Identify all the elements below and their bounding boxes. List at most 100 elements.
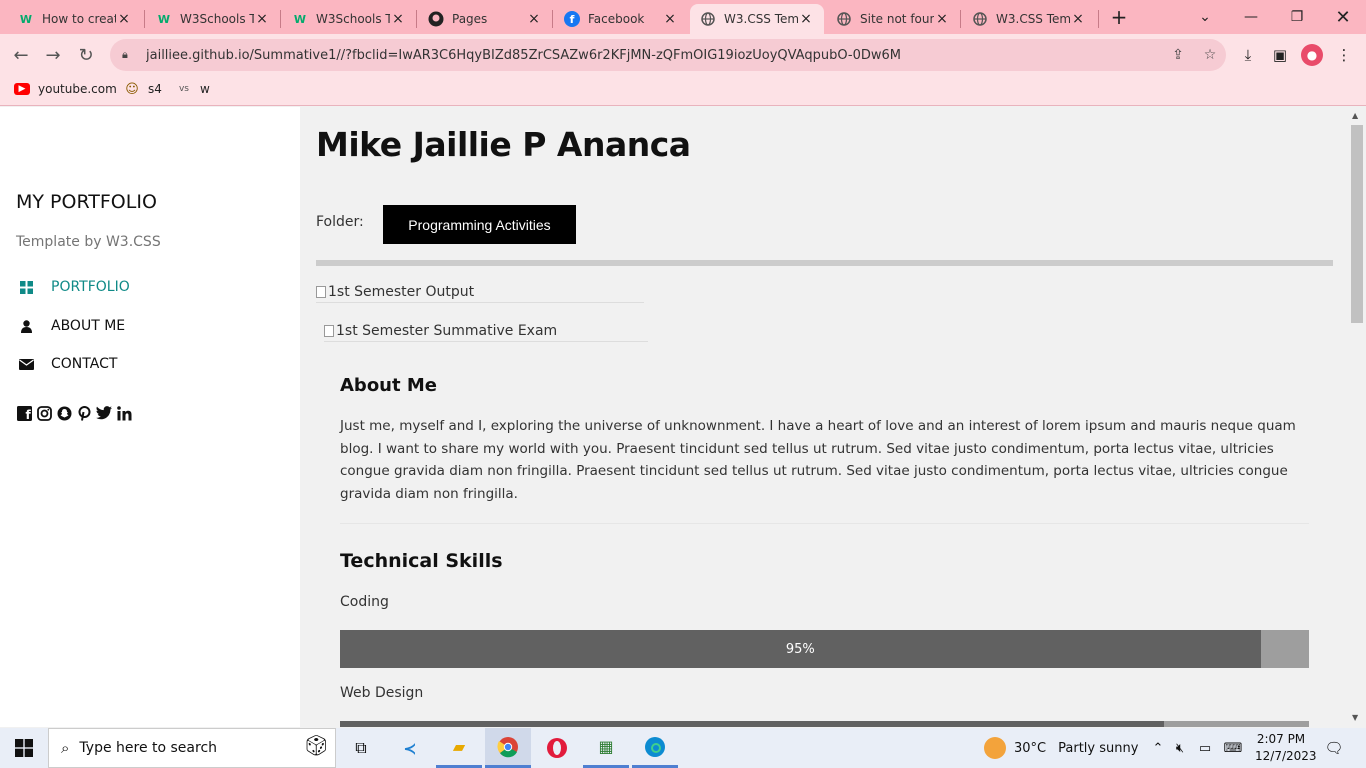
weather-widget[interactable]: 30°C Partly sunny bbox=[984, 728, 1138, 768]
close-window-icon[interactable]: ✕ bbox=[1320, 0, 1366, 34]
weather-temperature: 30°C bbox=[1014, 740, 1047, 756]
tab-title: W3Schools T bbox=[316, 12, 390, 26]
instagram-icon[interactable] bbox=[36, 405, 52, 421]
profile-icon[interactable]: ● bbox=[1300, 43, 1324, 67]
folder-button[interactable]: Programming Activities bbox=[383, 205, 576, 244]
portfolio-image-2[interactable]: 1st Semester Summative Exam bbox=[324, 323, 648, 342]
windows-start-icon[interactable] bbox=[0, 728, 48, 768]
page-title: Mike Jaillie P Ananca bbox=[316, 125, 691, 164]
close-tab-icon[interactable]: × bbox=[934, 11, 950, 27]
pinterest-icon[interactable] bbox=[76, 405, 92, 421]
chrome-icon[interactable] bbox=[485, 728, 531, 768]
grid-icon bbox=[16, 280, 36, 294]
restore-icon[interactable]: ❐ bbox=[1274, 0, 1320, 34]
search-highlight-icon: 🎲︎ bbox=[303, 733, 329, 757]
tab-separator bbox=[552, 10, 553, 28]
user-icon bbox=[16, 319, 36, 333]
facebook-icon: f bbox=[564, 11, 580, 27]
bookmark-youtube[interactable]: ▶ youtube.com bbox=[14, 82, 117, 96]
address-bar[interactable]: 🔒︎ jailliee.github.io/Summative1//?fbcli… bbox=[110, 39, 1226, 71]
vscode-icon[interactable]: ≺ bbox=[387, 728, 433, 768]
side-panel-icon[interactable]: ▣ bbox=[1268, 43, 1292, 67]
section-divider bbox=[340, 523, 1309, 524]
bookmark-s4[interactable]: ☺ s4 bbox=[124, 81, 162, 97]
share-icon[interactable]: ⇪ bbox=[1162, 47, 1194, 63]
scroll-down-icon[interactable]: ▼ bbox=[1352, 713, 1358, 722]
ghost-icon: ☺ bbox=[125, 81, 139, 97]
linkedin-icon[interactable] bbox=[116, 405, 132, 421]
bookmark-label: s4 bbox=[148, 82, 162, 96]
browser-toolbar: ← → ↻ 🔒︎ jailliee.github.io/Summative1//… bbox=[0, 34, 1366, 76]
close-tab-icon[interactable]: × bbox=[116, 11, 132, 27]
network-icon[interactable]: ▭ bbox=[1195, 728, 1215, 768]
web-page: MY PORTFOLIO Template by W3.CSS PORTFOLI… bbox=[0, 107, 1366, 727]
browser-tab[interactable]: f Facebook × bbox=[554, 4, 688, 34]
browser-tab[interactable]: W3.CSS Tem × bbox=[962, 4, 1096, 34]
system-clock[interactable]: 2:07 PM 12/7/2023 bbox=[1255, 731, 1317, 765]
portfolio-image-1[interactable]: 1st Semester Output bbox=[316, 284, 644, 303]
menu-icon[interactable]: ⋮ bbox=[1332, 43, 1356, 67]
skills-heading: Technical Skills bbox=[340, 550, 503, 572]
volume-muted-icon[interactable]: 🔇︎ bbox=[1170, 728, 1190, 768]
browser-tab-active[interactable]: W3.CSS Tem × bbox=[690, 4, 824, 34]
page-scrollbar[interactable]: ▲ ▼ bbox=[1348, 107, 1366, 727]
github-icon bbox=[428, 11, 444, 27]
twitter-icon[interactable] bbox=[96, 405, 112, 421]
reload-icon[interactable]: ↻ bbox=[73, 42, 99, 68]
skill-bar-coding: 95% bbox=[340, 630, 1309, 668]
close-tab-icon[interactable]: × bbox=[1070, 11, 1086, 27]
tab-search-icon[interactable]: ⌄ bbox=[1182, 0, 1228, 34]
w3schools-icon: W bbox=[19, 12, 33, 26]
download-icon[interactable]: ⤓ bbox=[1236, 43, 1260, 67]
browser-tab[interactable]: Pages × bbox=[418, 4, 552, 34]
bookmark-w[interactable]: vs w bbox=[176, 82, 210, 96]
image-alt-text: 1st Semester Output bbox=[328, 284, 475, 300]
tab-separator bbox=[280, 10, 281, 28]
task-view-icon[interactable]: ⧉ bbox=[338, 728, 384, 768]
minimize-icon[interactable]: — bbox=[1228, 0, 1274, 34]
close-tab-icon[interactable]: × bbox=[798, 11, 814, 27]
edge-icon[interactable] bbox=[632, 728, 678, 768]
close-tab-icon[interactable]: × bbox=[662, 11, 678, 27]
taskbar-search[interactable]: ⌕ Type here to search 🎲︎ bbox=[48, 728, 336, 768]
chevron-up-icon[interactable]: ⌃ bbox=[1148, 728, 1168, 768]
browser-tab[interactable]: W W3Schools T × bbox=[146, 4, 280, 34]
search-placeholder: Type here to search bbox=[79, 740, 218, 756]
snapchat-icon[interactable] bbox=[56, 405, 72, 421]
envelope-icon bbox=[16, 358, 36, 370]
partly-sunny-icon bbox=[984, 737, 1006, 759]
w3schools-icon: W bbox=[157, 12, 171, 26]
file-explorer-icon[interactable]: ▰ bbox=[436, 728, 482, 768]
spreadsheet-icon[interactable]: ▦ bbox=[583, 728, 629, 768]
bookmarks-bar: ▶ youtube.com ☺ s4 vs w bbox=[0, 76, 1366, 106]
browser-tab[interactable]: W How to creat × bbox=[8, 4, 142, 34]
opera-icon[interactable] bbox=[534, 728, 580, 768]
sidebar-item-about[interactable]: ABOUT ME bbox=[16, 318, 125, 334]
close-tab-icon[interactable]: × bbox=[390, 11, 406, 27]
browser-tab[interactable]: Site not foun × bbox=[826, 4, 960, 34]
star-icon[interactable]: ☆ bbox=[1194, 47, 1226, 63]
facebook-icon[interactable]: f bbox=[16, 405, 32, 421]
vs-icon: vs bbox=[178, 84, 189, 94]
browser-tab[interactable]: W W3Schools T × bbox=[282, 4, 416, 34]
broken-image-icon bbox=[324, 325, 334, 337]
close-tab-icon[interactable]: × bbox=[254, 11, 270, 27]
clock-time: 2:07 PM bbox=[1256, 732, 1306, 746]
scroll-thumb[interactable] bbox=[1351, 125, 1363, 323]
forward-icon[interactable]: → bbox=[40, 42, 66, 68]
main-content: Mike Jaillie P Ananca Folder: Programmin… bbox=[300, 107, 1348, 727]
youtube-icon: ▶ bbox=[14, 83, 30, 95]
tab-title: Site not foun bbox=[860, 12, 934, 26]
social-links: f bbox=[16, 405, 132, 421]
lock-icon[interactable]: 🔒︎ bbox=[122, 48, 136, 62]
new-tab-icon[interactable]: + bbox=[1096, 0, 1142, 34]
close-tab-icon[interactable]: × bbox=[526, 11, 542, 27]
keyboard-icon[interactable]: ⌨ bbox=[1220, 728, 1246, 768]
notification-icon[interactable]: 🗨︎ bbox=[1320, 728, 1348, 768]
back-icon[interactable]: ← bbox=[8, 42, 34, 68]
sidebar-item-contact[interactable]: CONTACT bbox=[16, 356, 117, 372]
url-text[interactable]: jailliee.github.io/Summative1//?fbclid=I… bbox=[146, 48, 1162, 63]
scroll-up-icon[interactable]: ▲ bbox=[1352, 111, 1358, 120]
sidebar-item-portfolio[interactable]: PORTFOLIO bbox=[16, 279, 130, 295]
tab-title: W3Schools T bbox=[180, 12, 254, 26]
